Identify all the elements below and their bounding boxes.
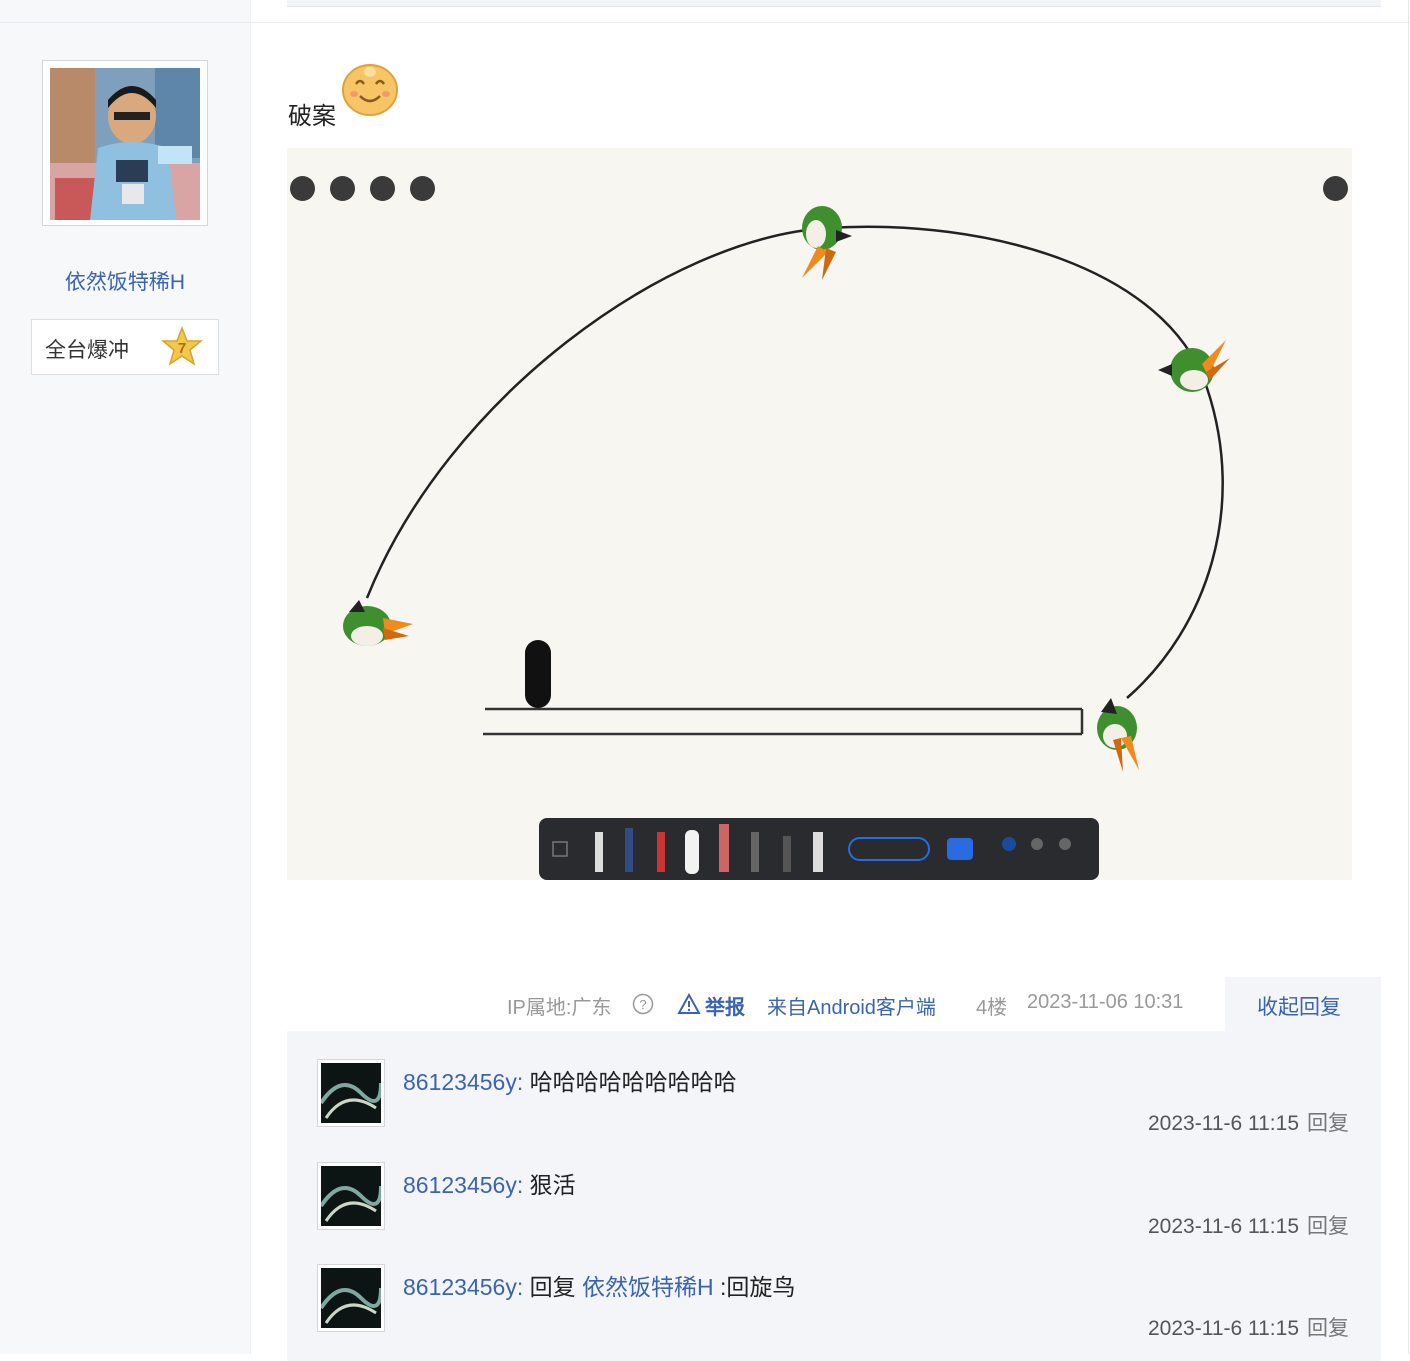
reply-text: 86123456y: 哈哈哈哈哈哈哈哈哈 <box>403 1069 737 1095</box>
post-text: 破案 <box>288 103 336 130</box>
floor-number: 4楼 <box>976 997 1008 1019</box>
smile-emoji-icon <box>340 60 400 123</box>
bird-icon <box>802 206 852 280</box>
reply-meta: 2023-11-6 11:15 回复 <box>1147 1112 1349 1135</box>
bird-icon <box>1097 698 1139 772</box>
reply-button[interactable]: 回复 <box>1307 1215 1349 1238</box>
reply-button[interactable]: 回复 <box>1307 1112 1349 1135</box>
report-link[interactable]: 举报 <box>705 991 745 1020</box>
svg-text:?: ? <box>639 997 646 1012</box>
mention-link[interactable]: 依然饭特稀H <box>582 1274 714 1300</box>
drawing <box>343 206 1230 772</box>
author-avatar[interactable] <box>42 60 208 226</box>
drawing-toolbar <box>539 818 1099 880</box>
star-badge-icon: 7 <box>160 325 204 375</box>
author-name[interactable]: 依然饭特稀H <box>0 266 250 296</box>
reply-text: 86123456y: 狠活 <box>403 1172 576 1198</box>
source-client[interactable]: 来自Android客户端 <box>767 991 936 1020</box>
reply-user[interactable]: 86123456y <box>403 1274 517 1300</box>
question-icon[interactable]: ? <box>632 993 654 1020</box>
reply-item: 86123456y: 回复 依然饭特稀H :回旋鸟 2023-11-6 11:1… <box>287 1236 1381 1340</box>
reply-item: 86123456y: 狠活 2023-11-6 11:15 回复 <box>287 1134 1381 1238</box>
collapse-replies-button[interactable]: 收起回复 <box>1225 977 1381 1031</box>
warning-icon <box>677 992 701 1020</box>
member-badge[interactable]: 全台爆冲 7 <box>31 319 219 375</box>
reply-user[interactable]: 86123456y <box>403 1069 517 1095</box>
post-time: 2023-11-06 10:31 <box>1027 991 1184 1013</box>
reply-item: 86123456y: 哈哈哈哈哈哈哈哈哈 2023-11-6 11:15 回复 <box>287 1031 1381 1135</box>
reply-text: 86123456y: 回复 依然饭特稀H :回旋鸟 <box>403 1274 796 1300</box>
avatar-image <box>50 68 200 220</box>
divider <box>0 22 1410 23</box>
reply-avatar[interactable] <box>317 1059 385 1127</box>
reply-avatar[interactable] <box>317 1264 385 1332</box>
badge-label: 全台爆冲 <box>45 339 129 362</box>
post-image[interactable] <box>287 148 1352 880</box>
reply-user[interactable]: 86123456y <box>403 1172 517 1198</box>
svg-text:7: 7 <box>178 340 186 357</box>
divider <box>1408 0 1409 1354</box>
bird-icon <box>343 600 413 646</box>
reply-avatar[interactable] <box>317 1162 385 1230</box>
reply-list: 86123456y: 哈哈哈哈哈哈哈哈哈 2023-11-6 11:15 回复 8… <box>287 1031 1381 1361</box>
reply-button[interactable]: 回复 <box>1307 1317 1349 1340</box>
ip-location: IP属地:广东 <box>507 997 612 1019</box>
bird-icon <box>1158 340 1230 392</box>
previous-post-bottom <box>287 0 1381 7</box>
reply-meta: 2023-11-6 11:15 回复 <box>1147 1317 1349 1340</box>
collapse-label: 收起回复 <box>1257 996 1341 1019</box>
